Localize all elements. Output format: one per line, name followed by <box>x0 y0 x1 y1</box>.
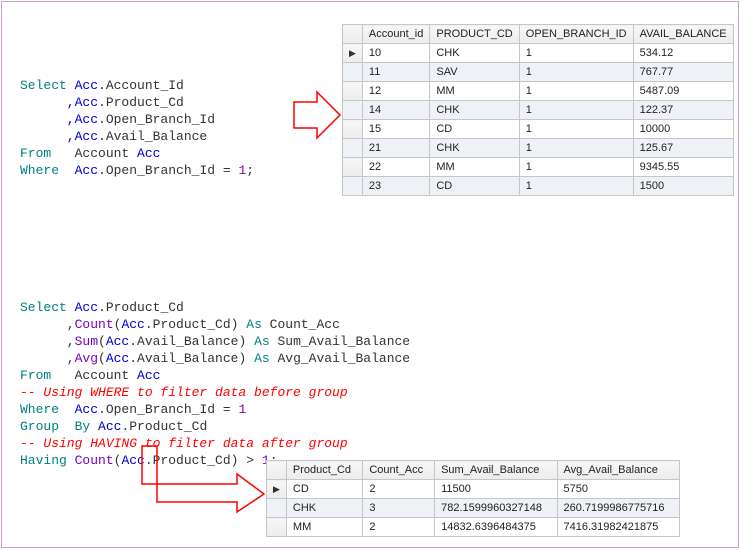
kw-where: Where <box>20 163 59 178</box>
col-count-acc: Count_Acc <box>363 461 435 480</box>
table-row: 10CHK1534.12 <box>343 44 734 63</box>
table-row: CHK3782.1599960327148260.7199986775716 <box>267 499 680 518</box>
sql-query-2: Select Acc.Product_Cd ,Count(Acc.Product… <box>20 282 410 469</box>
col-product-cd: PRODUCT_CD <box>430 25 519 44</box>
col-open-branch-id: OPEN_BRANCH_ID <box>519 25 633 44</box>
table-row: 14CHK1122.37 <box>343 101 734 120</box>
table-row: 23CD11500 <box>343 177 734 196</box>
sql-comment: -- Using WHERE to filter data before gro… <box>20 385 348 400</box>
result-grid-1: Account_id PRODUCT_CD OPEN_BRANCH_ID AVA… <box>342 24 734 196</box>
kw-from: From <box>20 146 51 161</box>
table-row: 12MM15487.09 <box>343 82 734 101</box>
col-product-cd: Product_Cd <box>286 461 362 480</box>
row-selector-header <box>267 461 287 480</box>
kw-select: Select <box>20 78 67 93</box>
row-indicator-icon <box>267 480 287 499</box>
table-row: CD2115005750 <box>267 480 680 499</box>
col-account-id: Account_id <box>362 25 429 44</box>
table-row: 11SAV1767.77 <box>343 63 734 82</box>
table-row: MM214832.63964843757416.31982421875 <box>267 518 680 537</box>
row-selector-header <box>343 25 363 44</box>
table-row: 22MM19345.55 <box>343 158 734 177</box>
col-avail-balance: AVAIL_BALANCE <box>633 25 733 44</box>
arrow-down-right-icon <box>132 444 267 514</box>
col-avg-avail: Avg_Avail_Balance <box>557 461 679 480</box>
sql-query-1: Select Acc.Account_Id ,Acc.Product_Cd ,A… <box>20 60 254 179</box>
result-grid-2: Product_Cd Count_Acc Sum_Avail_Balance A… <box>266 460 680 537</box>
row-indicator-icon <box>343 44 363 63</box>
table-row: 15CD110000 <box>343 120 734 139</box>
table-row: 21CHK1125.67 <box>343 139 734 158</box>
col-sum-avail: Sum_Avail_Balance <box>435 461 557 480</box>
arrow-right-icon <box>292 90 342 140</box>
